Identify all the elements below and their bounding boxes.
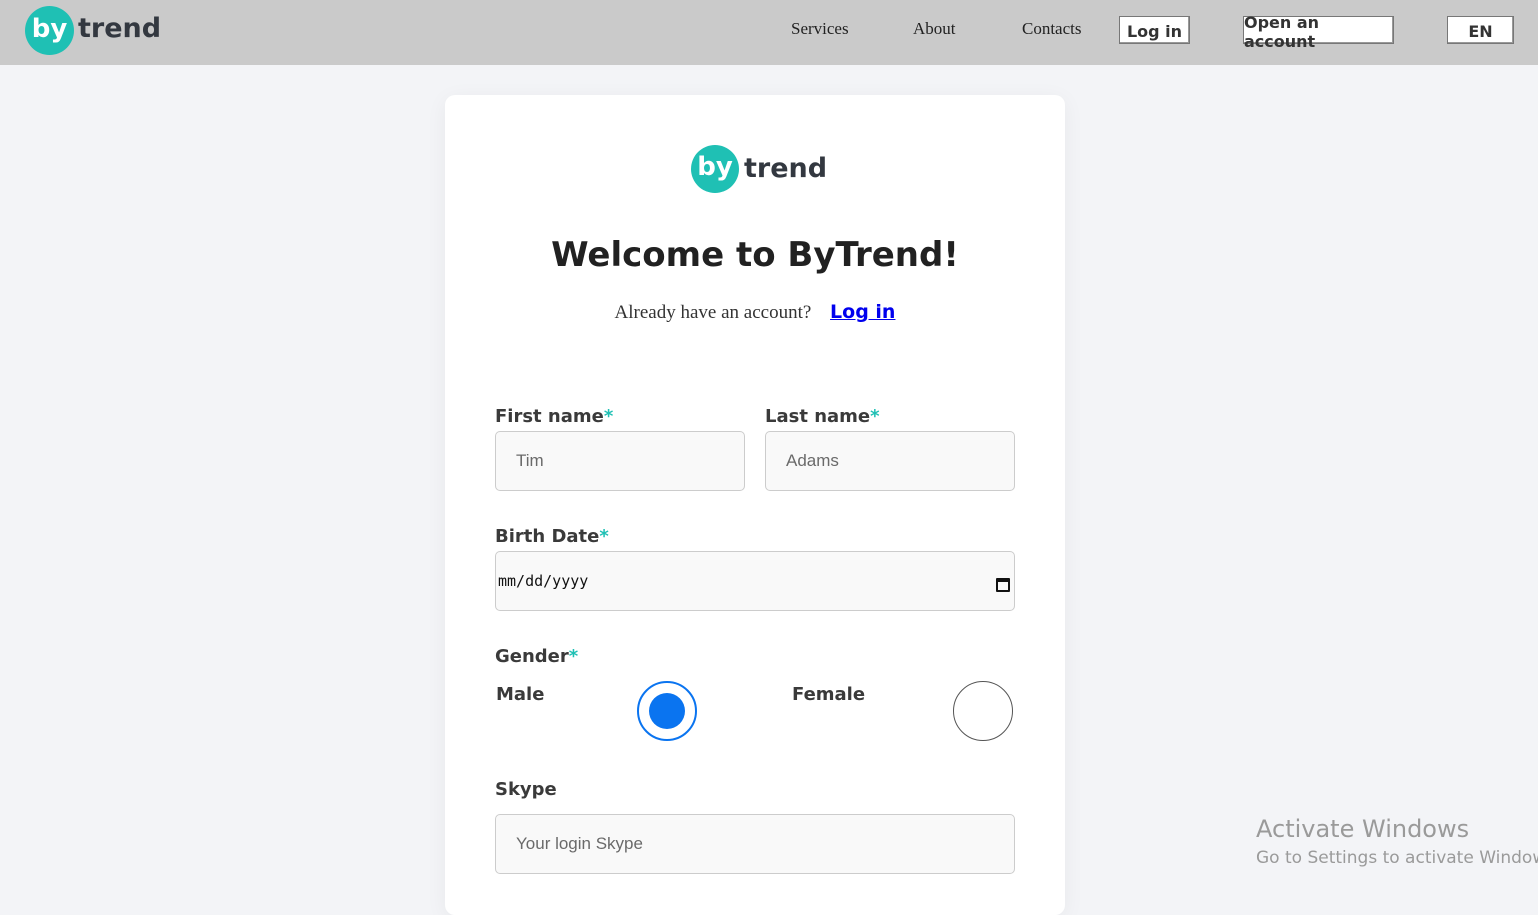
page-title: Welcome to ByTrend! bbox=[551, 235, 959, 275]
nav-open-account-button[interactable]: Open an account bbox=[1243, 13, 1394, 51]
gender-label: Gender* bbox=[495, 646, 578, 667]
birth-date-label-text: Birth Date bbox=[495, 526, 600, 547]
logo-word: trend bbox=[78, 13, 162, 44]
logo-mark: by bbox=[691, 145, 739, 193]
required-mark: * bbox=[603, 406, 614, 427]
birth-date-input[interactable]: mm/dd/yyyy bbox=[495, 551, 1015, 611]
first-name-input[interactable] bbox=[495, 431, 745, 491]
watermark-subtitle: Go to Settings to activate Windows. bbox=[1256, 848, 1538, 868]
gender-female-label[interactable]: Female bbox=[792, 684, 865, 705]
signup-card: by trend Welcome to ByTrend! Already hav… bbox=[445, 95, 1065, 915]
gender-male-radio[interactable] bbox=[637, 681, 697, 741]
login-prompt-text: Already have an account? bbox=[614, 302, 812, 323]
card-logo: by trend bbox=[691, 145, 827, 193]
required-mark: * bbox=[870, 406, 880, 427]
windows-activation-watermark: Activate Windows Go to Settings to activ… bbox=[1256, 815, 1538, 868]
gender-label-text: Gender bbox=[495, 646, 569, 667]
first-name-label-text: First name bbox=[495, 406, 604, 427]
required-mark: * bbox=[568, 646, 579, 667]
first-name-label: First name* bbox=[495, 406, 613, 427]
nav-login-button[interactable]: Log in bbox=[1119, 16, 1190, 44]
language-select[interactable]: EN bbox=[1447, 16, 1514, 44]
logo-mark: by bbox=[25, 6, 74, 55]
watermark-title: Activate Windows bbox=[1256, 815, 1470, 843]
calendar-icon[interactable] bbox=[996, 578, 1010, 592]
nav-services-link[interactable]: Services bbox=[791, 19, 849, 39]
last-name-input[interactable] bbox=[765, 431, 1015, 491]
skype-label: Skype bbox=[495, 779, 557, 800]
required-mark: * bbox=[599, 526, 609, 547]
login-link[interactable]: Log in bbox=[830, 301, 895, 323]
gender-female-radio[interactable] bbox=[953, 681, 1013, 741]
brand-logo[interactable]: by trend bbox=[25, 6, 161, 55]
skype-input[interactable] bbox=[495, 814, 1015, 874]
last-name-label: Last name* bbox=[765, 406, 880, 427]
skype-label-text: Skype bbox=[495, 779, 557, 800]
radio-selected-dot bbox=[649, 693, 685, 729]
birth-date-label: Birth Date* bbox=[495, 526, 609, 547]
logo-word: trend bbox=[744, 152, 828, 184]
login-prompt: Already have an account? Log in bbox=[445, 301, 1065, 324]
gender-male-label[interactable]: Male bbox=[496, 684, 544, 705]
birth-date-format: mm/dd/yyyy bbox=[498, 572, 589, 590]
nav-about-link[interactable]: About bbox=[913, 19, 956, 39]
top-navbar: by trend Services About Contacts Log in … bbox=[0, 0, 1538, 65]
nav-contacts-link[interactable]: Contacts bbox=[1022, 19, 1082, 39]
last-name-label-text: Last name bbox=[765, 406, 871, 427]
